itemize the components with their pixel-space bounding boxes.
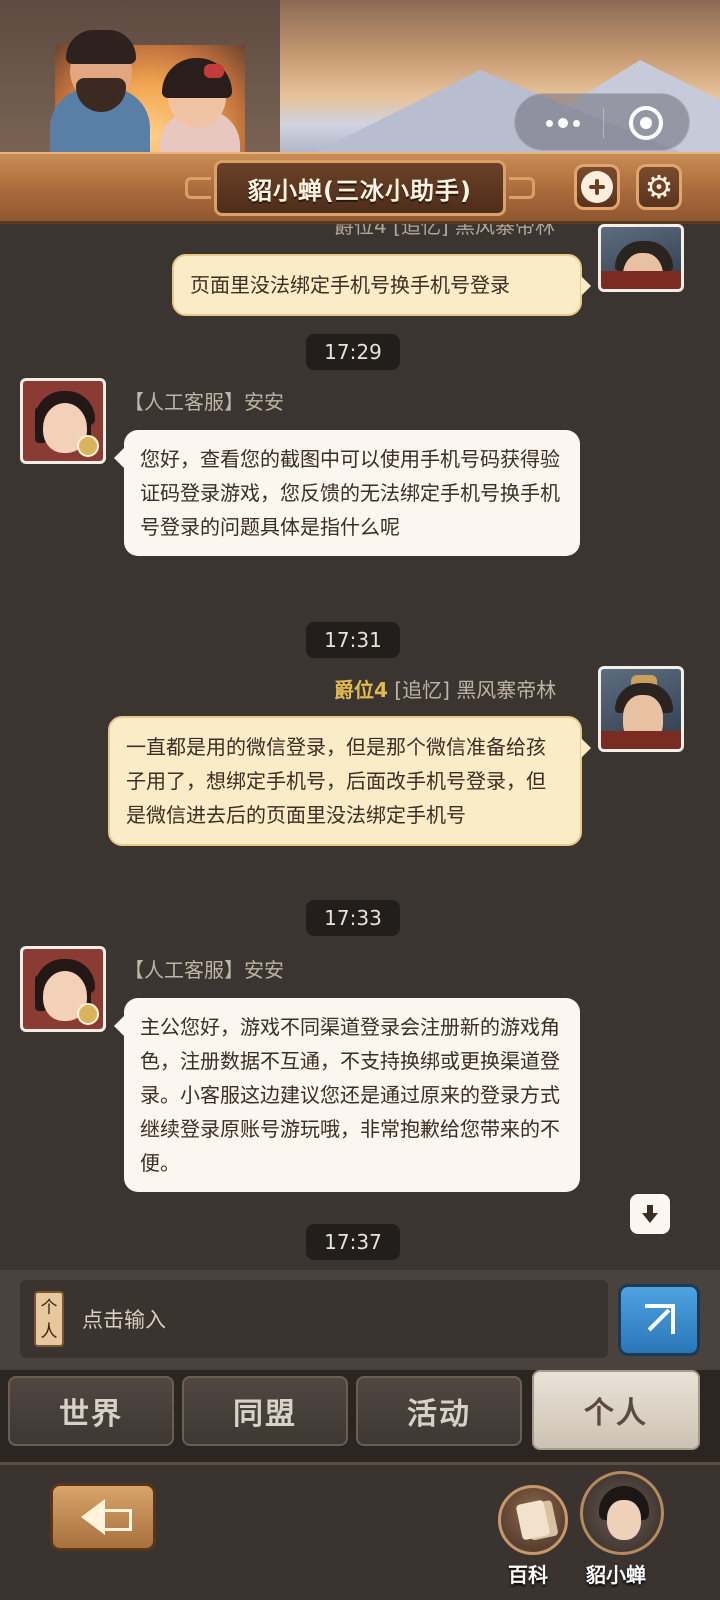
channel-tag-label: 个人 [40,1298,58,1342]
banner-figure-man-hair [66,30,136,64]
timestamp: 17:29 [306,334,400,370]
title-ornament-left [185,177,211,199]
header-banner [0,0,720,160]
mascot-label: 貂小蝉 [586,1563,646,1587]
agent-avatar[interactable] [20,378,106,464]
arrow-down-icon [642,1205,658,1223]
tab-alliance[interactable]: 同盟 [182,1376,348,1446]
message-input[interactable]: 个人 点击输入 [20,1280,608,1358]
tab-activity[interactable]: 活动 [356,1376,522,1446]
rank-badge: 爵位4 [334,678,388,702]
scroll-to-bottom-button[interactable] [630,1194,670,1234]
banner-figure-girl-bow [204,64,224,78]
miniprogram-capsule [514,93,690,151]
bottom-nav: 百科 貂小蝉 [0,1462,720,1600]
user-avatar[interactable] [598,224,684,292]
message-bubble-user[interactable]: 一直都是用的微信登录，但是那个微信准备给孩子用了，想绑定手机号，后面改手机号登录… [108,716,591,846]
sender-name: [追忆] 黑风寨帝林 [394,678,557,702]
title-ornament-right [509,177,535,199]
badge-icon [77,1003,99,1025]
encyclopedia-label: 百科 [508,1563,548,1587]
timestamp: 17:31 [306,622,400,658]
mascot-button[interactable] [580,1471,664,1555]
timestamp: 17:37 [306,1224,400,1260]
sender-name-partial: 爵位4 [追忆] 黑风寨帝林 [334,224,556,238]
encyclopedia-button[interactable] [498,1485,568,1555]
timestamp: 17:33 [306,900,400,936]
plus-circle-icon [581,171,613,203]
agent-avatar[interactable] [20,946,106,1032]
sender-name: 【人工客服】安安 [124,958,284,982]
settings-button[interactable]: ⚙ [636,164,682,210]
message-bubble-agent[interactable]: 主公您好，游戏不同渠道登录会注册新的游戏角色，注册数据不互通，不支持换绑或更换渠… [114,998,580,1192]
badge-icon [77,435,99,457]
add-button[interactable] [574,164,620,210]
tab-personal[interactable]: 个人 [532,1370,700,1450]
sender-line: 爵位4 [追忆] 黑风寨帝林 [334,674,556,703]
cards-icon [515,1499,551,1541]
message-bubble-agent[interactable]: 您好，查看您的截图中可以使用手机号码获得验证码登录游戏，您反馈的无法绑定手机号换… [114,430,580,556]
title-plate: 貂小蝉(三冰小助手) [185,160,535,216]
send-button[interactable] [618,1284,700,1356]
more-dots-icon[interactable] [539,94,587,152]
channel-tabs: 世界 同盟 活动 个人 [0,1370,720,1462]
tab-world[interactable]: 世界 [8,1376,174,1446]
chat-area[interactable]: 爵位4 [追忆] 黑风寨帝林 页面里没法绑定手机号换手机号登录 17:29 【人… [0,224,720,1270]
page-title: 貂小蝉(三冰小助手) [248,176,472,205]
target-circle-icon[interactable] [629,106,663,140]
message-bubble-user[interactable]: 页面里没法绑定手机号换手机号登录 [172,254,591,316]
user-avatar[interactable] [598,666,684,752]
sender-name: 【人工客服】安安 [124,390,284,414]
send-arrow-icon [641,1302,677,1338]
title-bar: 貂小蝉(三冰小助手) ⚙ [0,152,720,224]
capsule-divider [603,108,604,138]
channel-tag[interactable]: 个人 [34,1291,64,1347]
gear-icon: ⚙ [644,168,674,206]
input-bar: 个人 点击输入 [0,1270,720,1370]
back-button[interactable] [50,1483,156,1551]
input-placeholder: 点击输入 [82,1308,166,1332]
back-arrow-icon [81,1499,132,1535]
